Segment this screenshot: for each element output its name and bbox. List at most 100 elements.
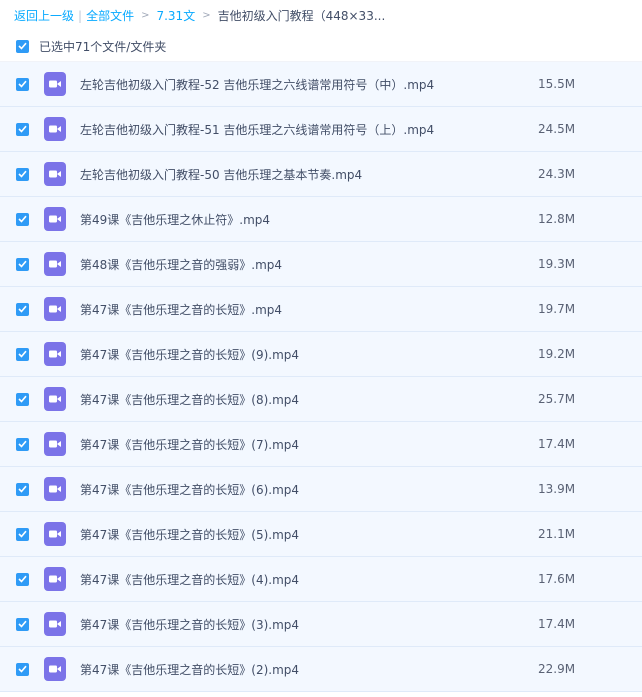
file-checkbox[interactable] <box>16 257 29 271</box>
breadcrumb: 返回上一级 | 全部文件 > 7.31文 > 吉他初级入门教程（448×33..… <box>0 0 642 31</box>
video-file-icon <box>44 522 66 546</box>
video-file-icon <box>44 162 66 186</box>
file-name[interactable]: 第47课《吉他乐理之音的长短》(2).mp4 <box>80 661 500 678</box>
file-name[interactable]: 第48课《吉他乐理之音的强弱》.mp4 <box>80 256 500 273</box>
video-file-icon <box>44 72 66 96</box>
file-name[interactable]: 左轮吉他初级入门教程-50 吉他乐理之基本节奏.mp4 <box>80 166 500 183</box>
file-row[interactable]: 第47课《吉他乐理之音的长短》.mp4 19.7M <box>0 287 642 332</box>
file-name[interactable]: 第47课《吉他乐理之音的长短》(4).mp4 <box>80 571 500 588</box>
file-name[interactable]: 第47课《吉他乐理之音的长短》(8).mp4 <box>80 391 500 408</box>
check-icon <box>18 395 27 403</box>
file-checkbox[interactable] <box>16 482 29 496</box>
check-icon <box>18 530 27 538</box>
video-file-icon <box>44 342 66 366</box>
file-name[interactable]: 第47课《吉他乐理之音的长短》(5).mp4 <box>80 526 500 543</box>
camera-icon <box>49 665 61 673</box>
video-file-icon <box>44 252 66 276</box>
file-checkbox[interactable] <box>16 392 29 406</box>
file-row[interactable]: 左轮吉他初级入门教程-52 吉他乐理之六线谱常用符号（中）.mp4 15.5M <box>0 62 642 107</box>
file-size: 24.3M <box>538 167 576 181</box>
file-checkbox[interactable] <box>16 302 29 316</box>
back-link[interactable]: 返回上一级 <box>14 7 74 24</box>
file-checkbox[interactable] <box>16 122 29 136</box>
check-icon <box>18 170 27 178</box>
file-row[interactable]: 第47课《吉他乐理之音的长短》(6).mp4 13.9M <box>0 467 642 512</box>
check-icon <box>18 440 27 448</box>
camera-icon <box>49 125 61 133</box>
camera-icon <box>49 440 61 448</box>
camera-icon <box>49 530 61 538</box>
file-row[interactable]: 第47课《吉他乐理之音的长短》(8).mp4 25.7M <box>0 377 642 422</box>
camera-icon <box>49 395 61 403</box>
camera-icon <box>49 305 61 313</box>
camera-icon <box>49 350 61 358</box>
selection-count: 已选中71个文件/文件夹 <box>39 39 167 54</box>
file-checkbox[interactable] <box>16 617 29 631</box>
video-file-icon <box>44 207 66 231</box>
video-file-icon <box>44 612 66 636</box>
file-name[interactable]: 第47课《吉他乐理之音的长短》.mp4 <box>80 301 500 318</box>
file-checkbox[interactable] <box>16 347 29 361</box>
video-file-icon <box>44 567 66 591</box>
file-row[interactable]: 第49课《吉他乐理之休止符》.mp4 12.8M <box>0 197 642 242</box>
breadcrumb-folder[interactable]: 7.31文 <box>156 7 195 24</box>
file-size: 25.7M <box>538 392 576 406</box>
video-file-icon <box>44 297 66 321</box>
file-checkbox[interactable] <box>16 212 29 226</box>
file-checkbox[interactable] <box>16 572 29 586</box>
file-checkbox[interactable] <box>16 662 29 676</box>
file-row[interactable]: 左轮吉他初级入门教程-51 吉他乐理之六线谱常用符号（上）.mp4 24.5M <box>0 107 642 152</box>
file-name[interactable]: 第47课《吉他乐理之音的长短》(7).mp4 <box>80 436 500 453</box>
camera-icon <box>49 80 61 88</box>
breadcrumb-arrow-icon: > <box>202 10 211 21</box>
file-size: 17.6M <box>538 572 576 586</box>
check-icon <box>18 80 27 88</box>
file-checkbox[interactable] <box>16 527 29 541</box>
file-row[interactable]: 左轮吉他初级入门教程-50 吉他乐理之基本节奏.mp4 24.3M <box>0 152 642 197</box>
select-all-checkbox[interactable] <box>16 39 29 53</box>
file-size: 21.1M <box>538 527 576 541</box>
breadcrumb-all-files[interactable]: 全部文件 <box>86 7 134 24</box>
file-checkbox[interactable] <box>16 167 29 181</box>
check-icon <box>18 485 27 493</box>
file-name[interactable]: 第47课《吉他乐理之音的长短》(6).mp4 <box>80 481 500 498</box>
file-size: 15.5M <box>538 77 576 91</box>
file-row[interactable]: 第47课《吉他乐理之音的长短》(5).mp4 21.1M <box>0 512 642 557</box>
check-icon <box>18 125 27 133</box>
check-icon <box>18 215 27 223</box>
file-name[interactable]: 左轮吉他初级入门教程-51 吉他乐理之六线谱常用符号（上）.mp4 <box>80 121 500 138</box>
file-size: 17.4M <box>538 437 576 451</box>
select-all-bar: 已选中71个文件/文件夹 <box>0 31 642 62</box>
file-row[interactable]: 第47课《吉他乐理之音的长短》(7).mp4 17.4M <box>0 422 642 467</box>
camera-icon <box>49 170 61 178</box>
file-name[interactable]: 第47课《吉他乐理之音的长短》(3).mp4 <box>80 616 500 633</box>
file-row[interactable]: 第47课《吉他乐理之音的长短》(2).mp4 22.9M <box>0 647 642 692</box>
camera-icon <box>49 260 61 268</box>
breadcrumb-current: 吉他初级入门教程（448×33... <box>217 9 386 23</box>
file-name[interactable]: 第47课《吉他乐理之音的长短》(9).mp4 <box>80 346 500 363</box>
file-row[interactable]: 第47课《吉他乐理之音的长短》(4).mp4 17.6M <box>0 557 642 602</box>
check-icon <box>18 350 27 358</box>
breadcrumb-divider: | <box>78 8 83 23</box>
file-size: 17.4M <box>538 617 576 631</box>
file-checkbox[interactable] <box>16 77 29 91</box>
file-row[interactable]: 第48课《吉他乐理之音的强弱》.mp4 19.3M <box>0 242 642 287</box>
file-size: 13.9M <box>538 482 576 496</box>
file-checkbox[interactable] <box>16 437 29 451</box>
check-icon <box>18 305 27 313</box>
file-size: 24.5M <box>538 122 576 136</box>
file-row[interactable]: 第47课《吉他乐理之音的长短》(3).mp4 17.4M <box>0 602 642 647</box>
check-icon <box>18 665 27 673</box>
file-name[interactable]: 左轮吉他初级入门教程-52 吉他乐理之六线谱常用符号（中）.mp4 <box>80 76 500 93</box>
file-name[interactable]: 第49课《吉他乐理之休止符》.mp4 <box>80 211 500 228</box>
video-file-icon <box>44 657 66 681</box>
file-row[interactable]: 第47课《吉他乐理之音的长短》(9).mp4 19.2M <box>0 332 642 377</box>
check-icon <box>18 42 27 50</box>
video-file-icon <box>44 387 66 411</box>
file-size: 19.3M <box>538 257 576 271</box>
file-size: 19.2M <box>538 347 576 361</box>
camera-icon <box>49 575 61 583</box>
file-size: 22.9M <box>538 662 576 676</box>
camera-icon <box>49 485 61 493</box>
video-file-icon <box>44 477 66 501</box>
